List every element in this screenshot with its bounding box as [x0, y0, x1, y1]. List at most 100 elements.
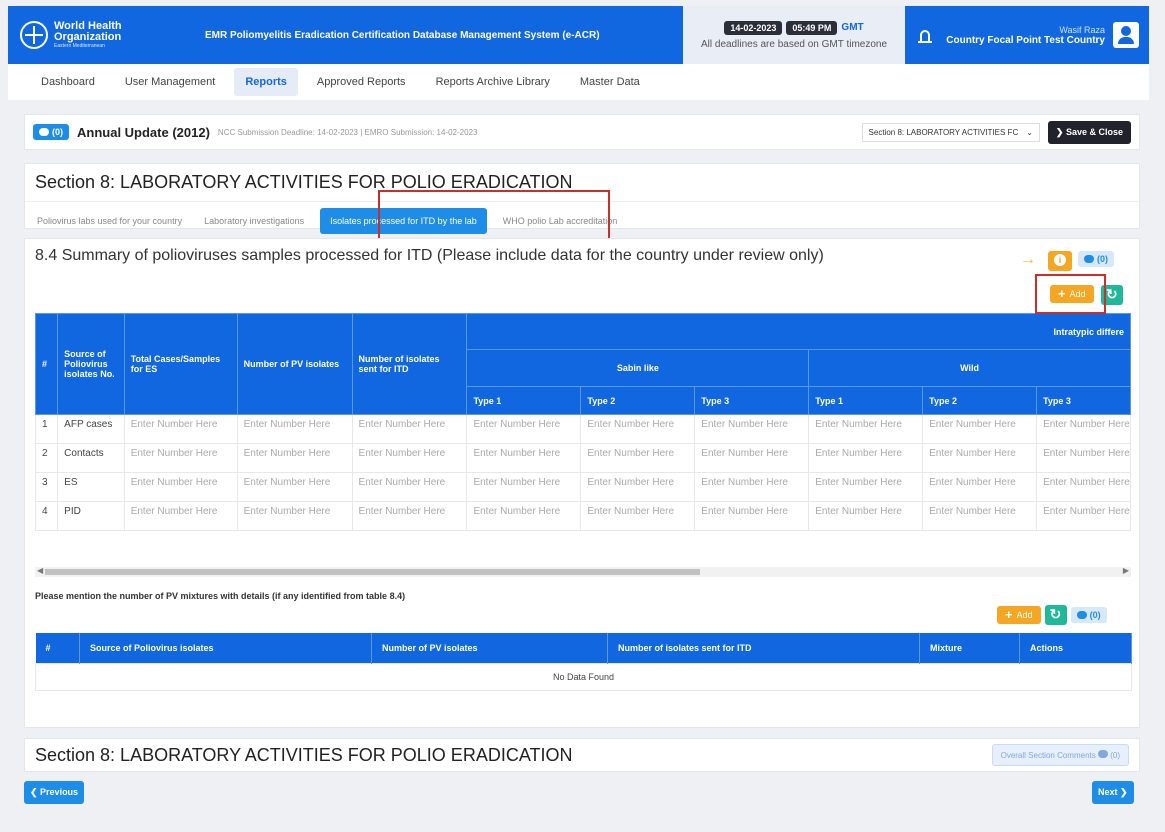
nav-master-data[interactable]: Master Data	[569, 68, 651, 96]
row-number: 1	[34, 414, 59, 444]
overall-comments-button[interactable]: Overall Section Comments (0)	[991, 744, 1129, 766]
row-source: ES	[57, 472, 125, 502]
chat-icon	[39, 128, 49, 136]
section-select[interactable]: Section 8: LABORATORY ACTIVITIES FC ⌄	[861, 122, 1040, 142]
col-header-sabin-type2: Type 2	[580, 386, 696, 415]
number-input[interactable]: Enter Number Here	[466, 443, 582, 473]
number-input[interactable]: Enter Number Here	[808, 443, 924, 473]
scroll-right-icon[interactable]: ▶	[1123, 566, 1129, 575]
number-input[interactable]: Enter Number Here	[580, 501, 696, 531]
deadline-note: All deadlines are based on GMT timezone	[700, 38, 888, 50]
mixture-comments-button[interactable]: (0)	[1070, 607, 1107, 623]
bell-icon	[918, 29, 932, 43]
date-pill: 14-02-2023	[724, 20, 783, 35]
number-input[interactable]: Enter Number Here	[351, 472, 468, 502]
row-source: PID	[57, 501, 125, 531]
table-comments-count: (0)	[1097, 254, 1108, 264]
nav-user-management[interactable]: User Management	[114, 68, 227, 96]
nav-reports[interactable]: Reports	[234, 68, 298, 96]
notification-button[interactable]	[905, 29, 945, 43]
empty-state: No Data Found	[35, 663, 1132, 691]
number-input[interactable]: Enter Number Here	[466, 472, 582, 502]
tab-lab-investigations[interactable]: Laboratory investigations	[198, 210, 310, 232]
number-input[interactable]: Enter Number Here	[236, 414, 353, 444]
col-header-wild-type2: Type 2	[922, 386, 1038, 415]
avatar[interactable]	[1113, 22, 1139, 48]
number-input[interactable]: Enter Number Here	[1036, 443, 1131, 473]
table-comments-button[interactable]: (0)	[1078, 251, 1114, 267]
row-number: 4	[34, 501, 59, 531]
number-input[interactable]: Enter Number Here	[694, 501, 810, 531]
annual-update-bar: (0) Annual Update (2012) NCC Submission …	[24, 114, 1140, 150]
nav-dashboard[interactable]: Dashboard	[30, 68, 106, 96]
number-input[interactable]: Enter Number Here	[123, 414, 238, 444]
number-input[interactable]: Enter Number Here	[466, 501, 582, 531]
refresh-mixture-button[interactable]	[1044, 605, 1067, 625]
number-input[interactable]: Enter Number Here	[236, 501, 353, 531]
number-input[interactable]: Enter Number Here	[1036, 501, 1131, 531]
number-input[interactable]: Enter Number Here	[236, 472, 353, 502]
mix-col-pv: Number of PV isolates	[371, 633, 608, 664]
number-input[interactable]: Enter Number Here	[694, 414, 810, 444]
footer-section-title: Section 8: LABORATORY ACTIVITIES FOR POL…	[35, 744, 573, 765]
number-input[interactable]: Enter Number Here	[808, 472, 924, 502]
mixtures-actions: + Add (0)	[997, 605, 1107, 625]
add-mixture-button[interactable]: + Add	[997, 606, 1041, 624]
number-input[interactable]: Enter Number Here	[123, 443, 238, 473]
number-input[interactable]: Enter Number Here	[580, 414, 696, 444]
number-input[interactable]: Enter Number Here	[694, 472, 810, 502]
number-input[interactable]: Enter Number Here	[351, 501, 468, 531]
number-input[interactable]: Enter Number Here	[922, 501, 1038, 531]
number-input[interactable]: Enter Number Here	[922, 414, 1038, 444]
report-comments-count: (0)	[52, 127, 63, 137]
mixtures-title: Please mention the number of PV mixtures…	[35, 591, 406, 601]
number-input[interactable]: Enter Number Here	[808, 414, 924, 444]
col-header-sent: Number of isolates sent for ITD	[351, 313, 468, 415]
itd-summary-table: # Source of Poliovirus isolates No. Tota…	[34, 313, 1131, 531]
col-header-sabin-type1: Type 1	[466, 386, 582, 415]
save-close-button[interactable]: ❯ Save & Close	[1047, 120, 1131, 144]
report-comments-button[interactable]: (0)	[33, 124, 69, 140]
date-box: 14-02-2023 05:49 PM GMT All deadlines ar…	[683, 6, 905, 64]
col-header-num: #	[34, 313, 59, 415]
save-close-label: Save & Close	[1065, 126, 1123, 137]
section-title: Section 8: LABORATORY ACTIVITIES FOR POL…	[35, 172, 573, 192]
table-row: 3 ES Enter Number Here Enter Number Here Ent…	[34, 472, 1131, 502]
number-input[interactable]: Enter Number Here	[351, 414, 468, 444]
col-header-pv: Number of PV isolates	[236, 313, 353, 415]
number-input[interactable]: Enter Number Here	[808, 501, 924, 531]
highlight-box-tab	[378, 190, 610, 240]
number-input[interactable]: Enter Number Here	[1036, 414, 1131, 444]
user-menu[interactable]: Wasif Raza Country Focal Point Test Coun…	[946, 22, 1139, 48]
nav-reports-archive[interactable]: Reports Archive Library	[425, 68, 561, 96]
number-input[interactable]: Enter Number Here	[580, 443, 696, 473]
number-input[interactable]: Enter Number Here	[694, 443, 810, 473]
next-button[interactable]: Next ❯	[1092, 781, 1134, 804]
number-input[interactable]: Enter Number Here	[466, 414, 582, 444]
tab-poliovirus-labs[interactable]: Poliovirus labs used for your country	[31, 210, 188, 232]
scroll-left-icon[interactable]: ◀	[37, 566, 43, 575]
overall-comments-label: Overall Section Comments	[1000, 751, 1096, 760]
globe-icon	[20, 21, 48, 49]
org-region: Eastern Mediterranean	[54, 42, 105, 49]
col-header-wild: Wild	[808, 349, 1131, 387]
nav-approved-reports[interactable]: Approved Reports	[306, 68, 417, 96]
number-input[interactable]: Enter Number Here	[123, 501, 238, 531]
number-input[interactable]: Enter Number Here	[922, 472, 1038, 502]
main-nav: Dashboard User Management Reports Approv…	[8, 64, 1149, 100]
number-input[interactable]: Enter Number Here	[236, 443, 353, 473]
horizontal-scrollbar[interactable]: ◀ ▶	[35, 566, 1131, 577]
previous-button[interactable]: ❮ Previous	[24, 781, 85, 804]
who-logo[interactable]: World Health Organization Eastern Medite…	[20, 20, 190, 49]
scrollbar-thumb[interactable]	[45, 569, 700, 575]
mix-col-num: #	[35, 633, 80, 664]
timezone-label: GMT	[841, 22, 864, 33]
number-input[interactable]: Enter Number Here	[922, 443, 1038, 473]
number-input[interactable]: Enter Number Here	[123, 472, 238, 502]
number-input[interactable]: Enter Number Here	[351, 443, 468, 473]
mix-col-source: Source of Poliovirus isolates	[79, 633, 372, 664]
info-button[interactable]	[1048, 251, 1072, 271]
row-number: 3	[34, 472, 59, 502]
number-input[interactable]: Enter Number Here	[1036, 472, 1131, 502]
number-input[interactable]: Enter Number Here	[580, 472, 696, 502]
